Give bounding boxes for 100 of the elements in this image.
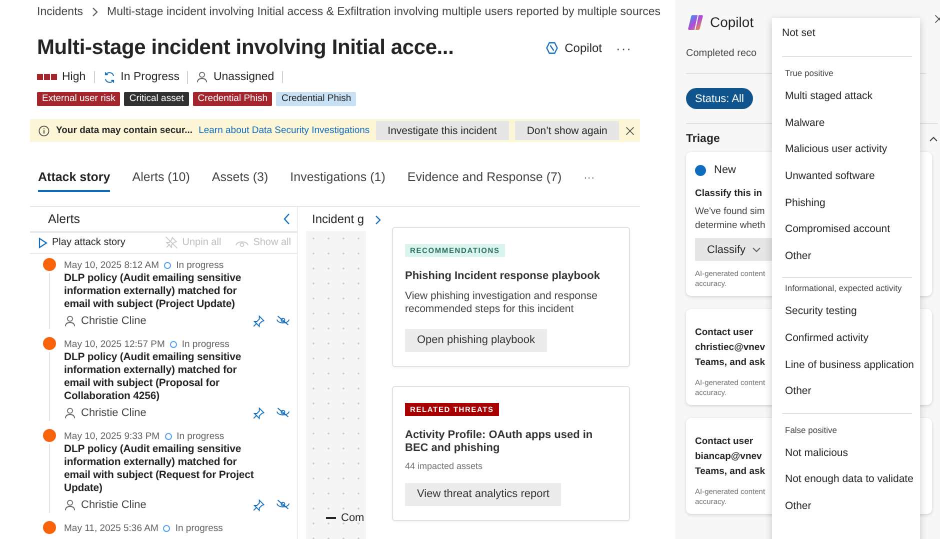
menu-item[interactable]: Not set [782,18,912,48]
pin-icon [252,498,265,512]
pin-icon [252,406,265,420]
menu-item[interactable]: Not enough data to validate [782,466,912,493]
status-label: New [714,164,736,176]
card-title: Phishing Incident response playbook [405,270,600,284]
severity-icon [37,74,57,80]
pin-button[interactable] [252,406,265,420]
user-name: Christie Cline [81,315,146,327]
copilot-icon [544,41,559,55]
menu-item[interactable]: Malware [782,110,912,136]
status-filter-button[interactable]: Status: All [686,88,753,109]
card-description: We've found sim determine wheth [695,205,766,233]
hide-button[interactable] [276,498,290,512]
menu-item[interactable]: Not malicious [782,440,912,466]
severity-label: High [62,71,86,83]
banner-button[interactable]: Investigate this incident [376,121,509,140]
alert-title[interactable]: DLP policy (Audit emailing sensitive information externally) matched for email with subject (Request for Project Update) [64,443,264,495]
close-icon [625,126,636,136]
copilot-logo-icon [687,14,704,30]
info-icon [38,124,50,136]
alert-status: In progress [175,522,223,534]
tab[interactable]: Alerts (10) [132,170,190,192]
card-title: Classify this in [695,187,762,201]
status-label: In Progress [120,71,180,83]
menu-item[interactable]: Phishing [782,189,912,216]
menu-item[interactable]: Multi staged attack [782,83,912,110]
tag: Critical asset [124,92,189,106]
collapse-button[interactable] [929,136,938,142]
menu-item[interactable]: Compromised account [782,216,912,243]
banner-button[interactable]: Don’t show again [514,121,620,140]
unpin-icon [165,236,178,250]
card-title: Contact user biancap@vnev Teams, and ask [695,435,766,479]
menu-item[interactable]: Other [782,378,912,405]
more-tabs-button[interactable]: ··· [584,172,595,192]
hide-button[interactable] [276,314,290,328]
menu-group-header: Informational, expected activity [784,282,903,296]
tag: Credential Phish [276,92,356,106]
toolbar-button[interactable]: Play attack story [38,236,126,249]
eye-off-icon [276,498,290,510]
user-name: Christie Cline [81,499,146,511]
status-ring-icon [163,524,170,532]
menu-item[interactable]: Unwanted software [782,162,912,190]
learn-more-link[interactable]: Learn about Data Security Investigations [198,125,370,136]
alert-title[interactable]: DLP policy (Audit emailing sensitive information externally) matched for email with subject (Proposal for Collaboration 4256) [64,351,264,403]
menu-item[interactable]: Confirmed activity [782,324,912,352]
person-icon [196,71,208,83]
section-title: Triage [686,133,720,145]
tab[interactable]: Assets (3) [212,170,268,192]
card-title: Activity Profile: OAuth apps used in BEC and phishing [405,428,594,456]
caret-up-icon [929,136,938,142]
alert-status: In progress [176,260,224,270]
person-icon [64,499,76,511]
chevron-right-icon [374,215,382,225]
panel-subtitle: Completed reco [686,48,757,59]
menu-item[interactable]: Security testing [782,298,912,325]
person-icon [64,315,76,327]
banner-message: Your data may contain secur... [56,125,193,136]
hide-button[interactable] [276,406,290,420]
card-title: Contact user christiec@vnev Teams, and ask [695,326,766,370]
tab[interactable]: Investigations (1) [290,170,386,192]
eye-off-icon [276,406,290,418]
tab[interactable]: Evidence and Response (7) [407,170,562,192]
alert-dot-icon [43,258,56,271]
user-name: Christie Cline [81,407,146,419]
status-dot-icon [695,164,706,176]
incident-title: Multi-stage incident involving Initial acce... [37,36,455,60]
menu-item[interactable]: Other [782,492,912,520]
menu-group-header: True positive [784,67,834,80]
play-icon [38,236,48,249]
alert-time: May 11, 2025 5:36 AM [64,522,158,534]
pin-button[interactable] [252,314,265,328]
panel-title: Alerts [48,212,80,226]
breadcrumb-current: Multi-stage incident involving Initial access & Exfiltration involving multiple users reported by multiple sources [107,6,661,18]
breadcrumb-link[interactable]: Incidents [37,6,84,18]
assignee-label: Unassigned [213,71,274,83]
alert-title[interactable]: DLP policy (Audit emailing sensitive information externally) matched for email with subject (Project Update) [64,272,264,311]
tag: External user risk [37,92,120,106]
legend-label: Com [341,512,364,524]
collapse-button[interactable] [283,212,291,225]
copilot-button[interactable]: Copilot [540,39,606,57]
chevron-left-icon [283,212,291,225]
classify-dropdown[interactable]: Classify [695,238,773,261]
card-action-button[interactable]: Open phishing playbook [405,328,548,352]
menu-item[interactable]: Other [782,242,912,270]
expand-button[interactable] [374,215,382,225]
alert-dot-icon [43,337,56,350]
menu-item[interactable]: Line of business application [782,351,912,378]
alert-status: In progress [176,430,224,442]
menu-group-header: False positive [784,424,838,437]
pin-button[interactable] [252,498,265,512]
close-button[interactable] [625,126,636,136]
more-button[interactable]: ··· [616,40,632,56]
alert-dot-icon [43,521,56,534]
status-ring-icon [170,340,177,348]
menu-item[interactable]: Malicious user activity [782,136,912,163]
alert-time: May 10, 2025 8:12 AM [64,260,160,270]
card-description: View phishing investigation and response recommended steps for this incident [405,290,598,316]
tab[interactable]: Attack story [38,170,110,192]
card-action-button[interactable]: View threat analytics report [405,482,562,506]
